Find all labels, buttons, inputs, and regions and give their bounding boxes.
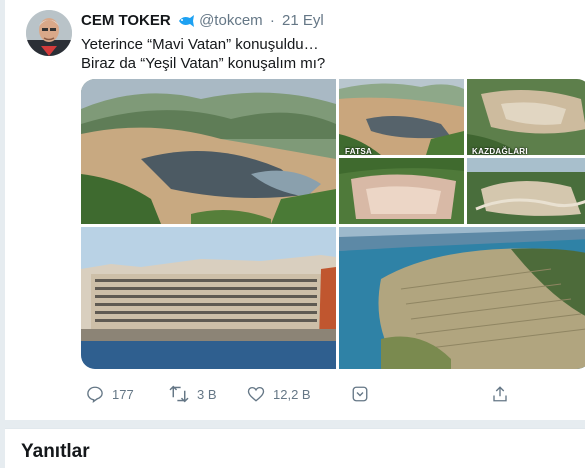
photo-quarry[interactable]: [339, 158, 464, 224]
tweet-card[interactable]: CEM TOKER @tokcem · 21 Eyl Yeterince “Ma…: [5, 0, 585, 420]
like-icon: [247, 386, 265, 402]
photo-mining-site[interactable]: [81, 79, 336, 224]
tweet-text-line: Yeterince “Mavi Vatan” konuşuldu…: [81, 36, 319, 53]
more-icon: [352, 386, 368, 402]
replies-section: Yanıtlar: [5, 428, 585, 468]
replies-title: Yanıtlar: [21, 441, 90, 462]
reply-icon: [87, 386, 103, 403]
reply-button[interactable]: 177: [86, 384, 134, 404]
photo-coastal-road[interactable]: [467, 158, 585, 224]
share-button[interactable]: [491, 384, 509, 404]
verified-fish-icon: [177, 14, 195, 32]
photo-label-fatsa: FATSA: [345, 147, 373, 156]
reply-count: 177: [112, 386, 134, 402]
retweet-button[interactable]: 3 B: [169, 384, 217, 404]
author-handle[interactable]: @tokcem: [199, 12, 263, 29]
photo-deforested-coast[interactable]: [339, 227, 585, 369]
tweet-header: CEM TOKER @tokcem · 21 Eyl: [81, 12, 324, 32]
photo-fatsa[interactable]: [339, 79, 464, 155]
tweet-actions: 177 3 B 12,2 B: [81, 384, 521, 404]
author-name[interactable]: CEM TOKER: [81, 12, 171, 29]
photo-grid[interactable]: FATSA KAZDAĞLARI: [81, 79, 585, 369]
share-icon: [493, 386, 507, 402]
photo-kazdaglari[interactable]: [467, 79, 585, 155]
retweet-icon: [169, 385, 189, 403]
like-count: 12,2 B: [273, 386, 311, 402]
retweet-count: 3 B: [197, 386, 217, 402]
avatar[interactable]: [26, 10, 72, 56]
like-button[interactable]: 12,2 B: [247, 384, 311, 404]
timestamp[interactable]: 21 Eyl: [282, 12, 324, 29]
tweet-text-line: Biraz da “Yeşil Vatan” konuşalım mı?: [81, 55, 326, 72]
tweet-text: Yeterince “Mavi Vatan” konuşuldu… Biraz …: [81, 35, 325, 73]
photo-label-kazdaglari: KAZDAĞLARI: [472, 147, 528, 156]
photo-hotel-complex[interactable]: [81, 227, 336, 369]
more-button[interactable]: [351, 384, 369, 404]
separator: ·: [269, 12, 275, 29]
